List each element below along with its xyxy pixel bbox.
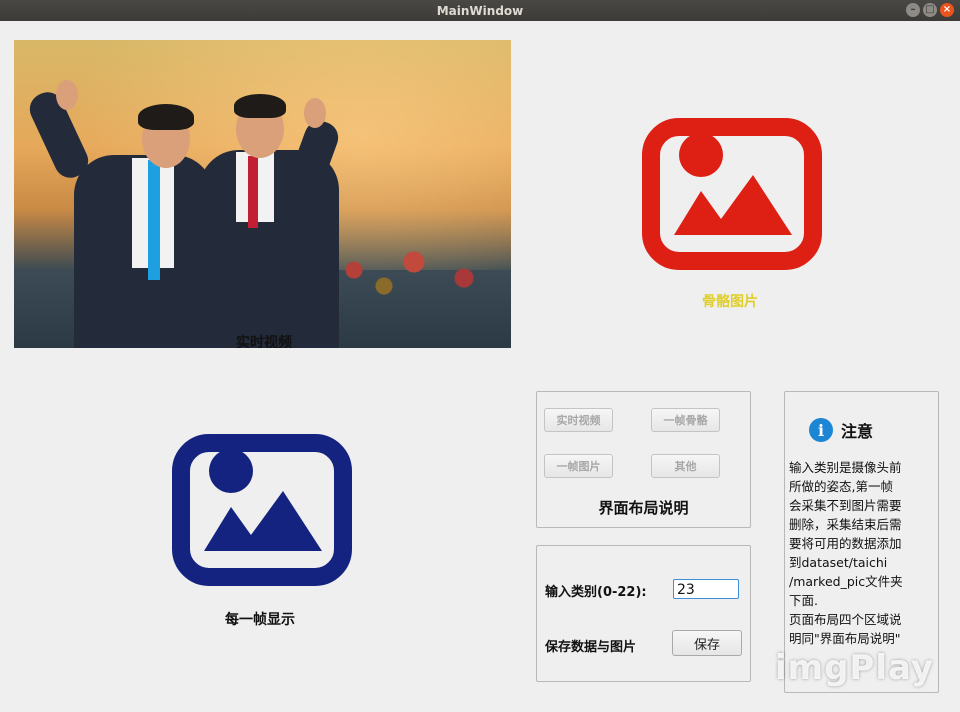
imgplay-watermark: imgPlay	[775, 648, 935, 688]
window-title: MainWindow	[436, 3, 524, 18]
note-line: 输入类别是摄像头前	[789, 460, 902, 475]
frame-image-placeholder-icon	[172, 434, 352, 586]
layout-buttons-group: 实时视频 一帧骨骼 一帧图片 其他 界面布局说明	[536, 391, 751, 528]
note-line: 删除，采集结束后需	[789, 517, 902, 532]
note-title: 注意	[841, 422, 874, 441]
close-icon[interactable]: ×	[940, 3, 954, 17]
other-button[interactable]: 其他	[651, 454, 720, 478]
frame-skeleton-button[interactable]: 一帧骨骼	[651, 408, 720, 432]
note-line: 明同"界面布局说明"	[789, 631, 901, 646]
save-data-label: 保存数据与图片	[545, 640, 637, 655]
note-line: 所做的姿态,第一帧	[789, 479, 893, 494]
note-header: i 注意	[809, 418, 873, 442]
note-line: 页面布局四个区域说	[789, 612, 902, 627]
live-video-label: 实时视频	[236, 335, 292, 348]
frame-display-label: 每一帧显示	[225, 612, 295, 628]
minimize-icon[interactable]: –	[906, 3, 920, 17]
category-label: 输入类别(0-22):	[545, 585, 647, 600]
flowers-decoration	[314, 230, 511, 310]
input-group: 输入类别(0-22): 23 保存数据与图片 保存	[536, 545, 751, 682]
live-video-button[interactable]: 实时视频	[544, 408, 613, 432]
layout-description-label: 界面布局说明	[598, 499, 689, 517]
skeleton-image-placeholder-icon	[642, 118, 822, 270]
window-controls: – □ ×	[906, 3, 954, 17]
maximize-icon[interactable]: □	[923, 3, 937, 17]
note-line: 要将可用的数据添加	[789, 536, 902, 551]
skeleton-image-label: 骨骼图片	[702, 294, 758, 310]
note-line: 会采集不到图片需要	[789, 498, 902, 513]
window-titlebar: MainWindow – □ ×	[0, 0, 960, 21]
frame-image-button[interactable]: 一帧图片	[544, 454, 613, 478]
note-line: 到dataset/taichi	[789, 555, 888, 570]
save-button[interactable]: 保存	[672, 630, 742, 656]
note-body: 输入类别是摄像头前 所做的姿态,第一帧 会采集不到图片需要 删除，采集结束后需 …	[789, 458, 934, 648]
info-icon: i	[809, 418, 833, 442]
note-line: /marked_pic文件夹	[789, 574, 903, 589]
category-input[interactable]: 23	[673, 579, 739, 599]
live-video-view: 实时视频	[14, 40, 511, 348]
note-line: 下面.	[789, 593, 818, 608]
